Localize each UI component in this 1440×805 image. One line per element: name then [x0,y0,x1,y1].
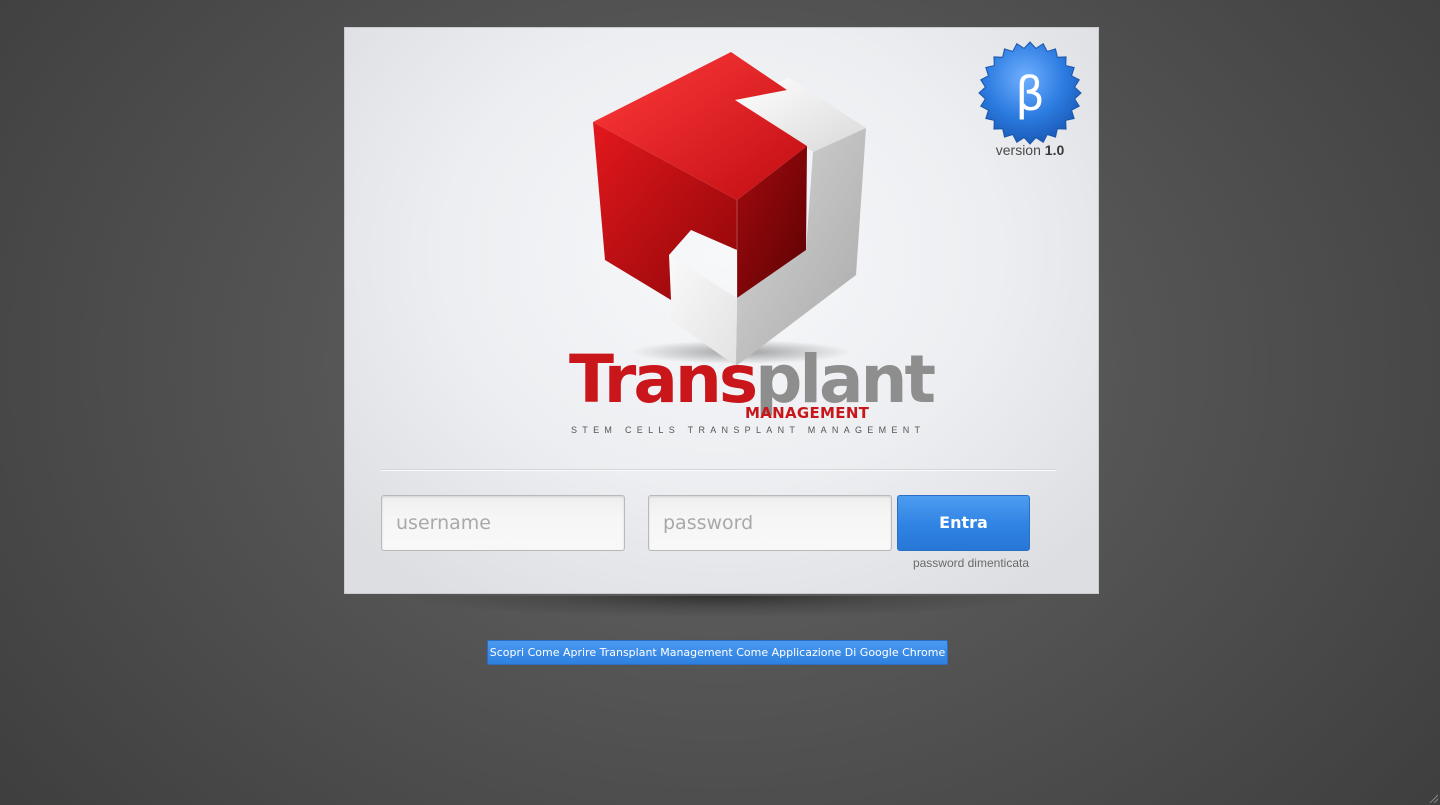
resize-grip-icon[interactable] [1428,793,1438,803]
beta-badge-icon: β [978,41,1082,145]
password-input[interactable] [648,495,892,551]
chrome-app-button[interactable]: Scopri Come Aprire Transplant Management… [487,640,948,665]
brand-subtitle: MANAGEMENT [745,404,870,422]
login-panel: β version 1.0 Transplant MANAGEMENT STEM… [344,27,1099,594]
version-number: 1.0 [1044,142,1065,158]
brand-name-part1: Trans [569,341,758,418]
version-text: version [995,142,1041,158]
panel-shadow [400,596,1040,640]
version-label: version 1.0 [965,142,1095,158]
cube-logo-icon [593,52,866,366]
beta-symbol: β [1015,67,1044,121]
form-divider [381,469,1056,471]
brand-tagline: STEM CELLS TRANSPLANT MANAGEMENT [571,425,926,435]
login-button[interactable]: Entra [897,495,1030,551]
forgot-password-link[interactable]: password dimenticata [905,556,1029,570]
username-input[interactable] [381,495,625,551]
